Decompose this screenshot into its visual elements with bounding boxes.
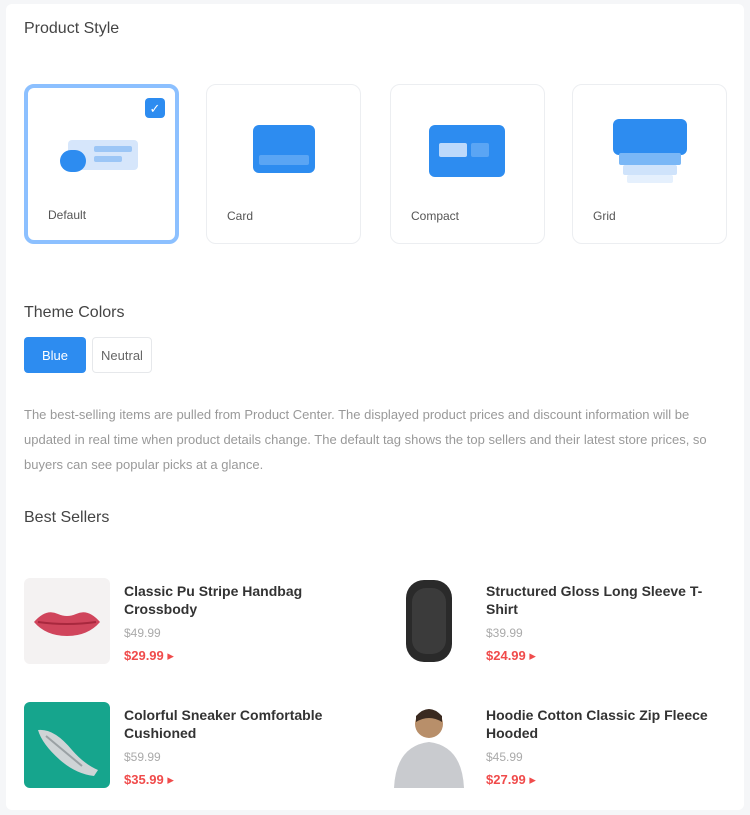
product-original-price: $45.99 bbox=[486, 750, 523, 764]
product-title: Structured Gloss Long Sleeve T-Shirt bbox=[486, 583, 703, 617]
product-thumb-hoodie-person-icon bbox=[386, 702, 472, 788]
product-thumb-phone-case-icon bbox=[386, 578, 472, 664]
style-preview-default-icon bbox=[60, 140, 138, 172]
style-card-grid[interactable]: Grid bbox=[572, 84, 727, 244]
style-label-compact: Compact bbox=[411, 209, 460, 223]
product-price: $24.99 ▸ bbox=[486, 648, 536, 663]
product-item[interactable]: Colorful Sneaker Comfortable Cushioned $… bbox=[24, 702, 364, 812]
product-thumb-shoe-icon bbox=[24, 702, 110, 788]
style-preview-grid-icon bbox=[613, 119, 687, 183]
product-item[interactable]: Hoodie Cotton Classic Zip Fleece Hooded … bbox=[386, 702, 726, 812]
section-title-best-sellers: Best Sellers bbox=[24, 509, 110, 526]
style-card-compact[interactable]: Compact bbox=[390, 84, 545, 244]
product-price: $27.99 ▸ bbox=[486, 772, 536, 787]
product-title: Classic Pu Stripe Handbag Crossbody bbox=[124, 583, 303, 617]
product-thumb-lips-icon bbox=[24, 578, 110, 664]
style-card-default[interactable]: ✓ Default bbox=[24, 84, 179, 244]
style-preview-compact-icon bbox=[429, 125, 505, 177]
product-original-price: $49.99 bbox=[124, 626, 161, 640]
settings-panel: Product Style ✓ Default Card Compact Gri… bbox=[6, 4, 744, 810]
style-label-default: Default bbox=[48, 208, 87, 222]
product-original-price: $39.99 bbox=[486, 626, 523, 640]
product-title: Colorful Sneaker Comfortable Cushioned bbox=[124, 707, 323, 741]
product-price: $35.99 ▸ bbox=[124, 772, 174, 787]
style-label-grid: Grid bbox=[593, 209, 616, 223]
style-card-card[interactable]: Card bbox=[206, 84, 361, 244]
style-label-card: Card bbox=[227, 209, 254, 223]
description-text: The best-selling items are pulled from P… bbox=[24, 407, 707, 472]
product-original-price: $59.99 bbox=[124, 750, 161, 764]
style-preview-card-icon bbox=[253, 125, 315, 173]
section-title-theme: Theme Colors bbox=[24, 304, 125, 321]
product-title: Hoodie Cotton Classic Zip Fleece Hooded bbox=[486, 707, 708, 741]
section-title-style: Product Style bbox=[24, 20, 120, 37]
product-item[interactable]: Structured Gloss Long Sleeve T-Shirt $39… bbox=[386, 578, 726, 688]
theme-blue-button[interactable]: Blue bbox=[24, 337, 86, 373]
product-price: $29.99 ▸ bbox=[124, 648, 174, 663]
theme-neutral-button[interactable]: Neutral bbox=[92, 337, 152, 373]
product-item[interactable]: Classic Pu Stripe Handbag Crossbody $49.… bbox=[24, 578, 364, 688]
check-icon: ✓ bbox=[145, 98, 165, 118]
